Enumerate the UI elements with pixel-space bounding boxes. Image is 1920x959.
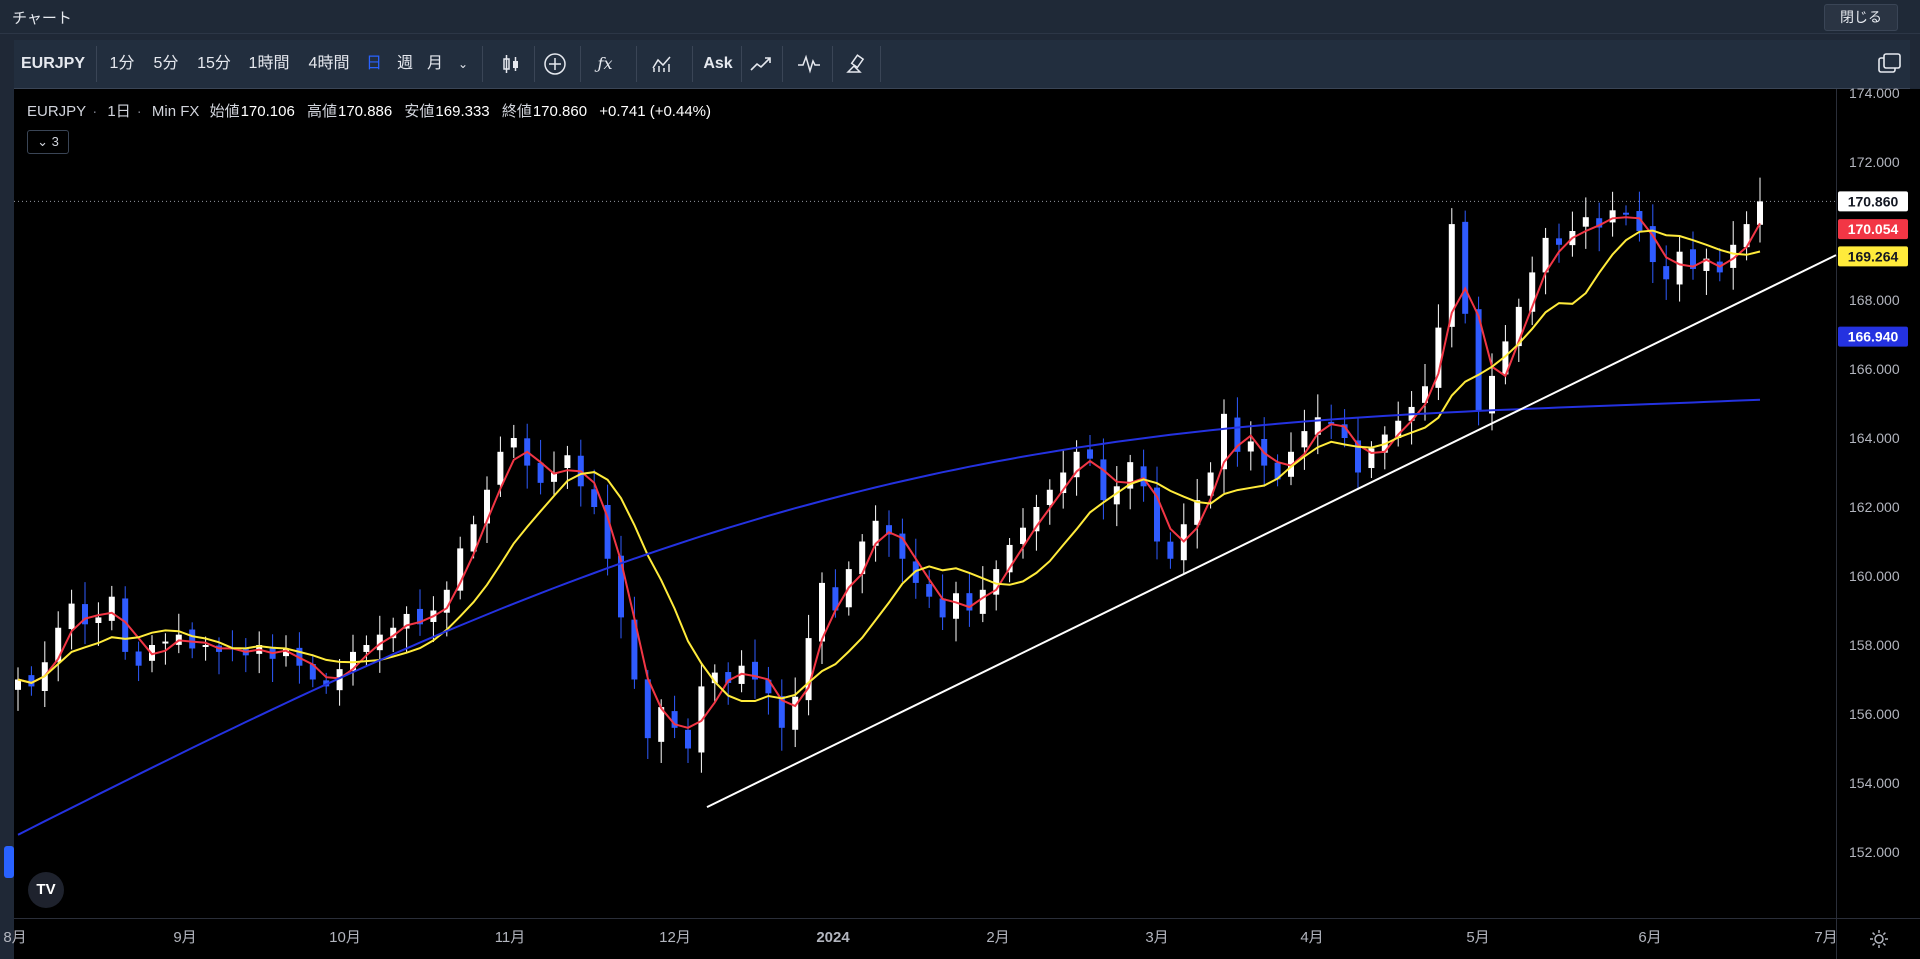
candle-body [202,645,209,647]
candle-body [1247,441,1254,452]
candle-body [1556,238,1562,245]
legend-high-label: 高値 [306,103,337,120]
candle-body [979,589,986,614]
candle-body [1676,251,1683,285]
legend-symbol: EURJPY [27,103,87,120]
price-tick-label: 160.000 [1849,568,1900,584]
candle-body [953,593,959,619]
price-tick-label: 154.000 [1849,775,1900,791]
candle-body [1046,489,1053,506]
time-tick-label: 4月 [1300,929,1323,946]
time-tick-label: 5月 [1466,929,1489,946]
price-tick-label: 174.000 [1849,85,1900,101]
candle-body [1167,541,1174,559]
price-tick-label: 172.000 [1849,154,1900,170]
candle-body [1663,266,1670,280]
chart-legend: EURJPY · 1日 · Min FX 始値170.106 高値170.886 安… [27,103,711,120]
candle-body [685,729,691,749]
candle-body [644,679,651,739]
price-tick-label: 164.000 [1849,430,1900,446]
candle-body [510,438,517,448]
time-tick-label: 3月 [1145,929,1168,946]
time-tick-label: 2月 [986,929,1009,946]
legend-source: Min FX [151,103,200,120]
time-tick-label: 2024 [816,929,850,946]
candle-body [1542,237,1549,273]
candle-body [1489,375,1495,414]
candle-body [68,603,75,630]
time-tick-label: 12月 [659,929,691,946]
candle-body [363,645,370,652]
legend-open-label: 始値 [209,103,240,120]
tradingview-logo: TV [28,872,64,908]
ma-mid-line [17,229,1761,702]
candle-body [591,489,598,507]
candle-body [1757,201,1763,225]
candle-body [1609,210,1616,223]
price-chart: 174.000172.000170.000168.000166.000164.0… [3,85,1908,946]
legend-interval: 1日 [107,103,131,120]
time-tick-label: 6月 [1638,929,1661,946]
legend-open: 170.106 [240,103,295,120]
candle-body [95,617,102,623]
price-tick-label: 158.000 [1849,637,1900,653]
chevron-down-icon: ⌄ [37,134,49,149]
candle-body [135,651,142,666]
legend-close-label: 終値 [501,103,532,120]
time-tick-label: 9月 [173,929,196,946]
candle-body [1623,212,1629,215]
candle-body [162,641,169,644]
price-tick-label: 152.000 [1849,844,1900,860]
indicators-count: 3 [51,134,59,149]
candle-body [564,455,571,469]
candle-body [108,596,115,621]
candle-body [1100,459,1107,501]
indicators-collapse-toggle[interactable]: ⌄ 3 [27,130,69,154]
candle-body [1582,217,1589,227]
candle-body [1140,466,1147,487]
ma-fast-line [17,216,1761,729]
ma-fast-tag: 170.054 [1848,221,1899,237]
candle-body [1301,431,1308,448]
ma-slow-tag: 166.940 [1848,329,1899,345]
candle-body [189,629,196,649]
legend-close: 170.860 [532,103,588,120]
time-tick-label: 7月 [1814,929,1837,946]
current-price-tag: 170.860 [1848,193,1899,209]
price-tick-label: 156.000 [1849,706,1900,722]
price-tick-label: 168.000 [1849,292,1900,308]
legend-low-label: 安値 [404,103,435,120]
candle-body [939,598,946,618]
candle-body [1462,221,1469,314]
legend-high: 170.886 [338,103,393,120]
legend-low: 169.333 [435,103,490,120]
candle-body [537,462,544,483]
candle-body [926,584,933,597]
time-tick-label: 11月 [495,929,526,946]
price-tick-label: 166.000 [1849,361,1900,377]
ma-mid-tag: 169.264 [1848,248,1899,264]
legend-change: +0.741 (+0.44%) [599,103,711,120]
candle-body [1087,449,1093,459]
time-tick-label: 8月 [3,929,26,946]
candle-body [1020,527,1026,544]
ma-slow-line [17,398,1761,836]
candle-body [497,451,504,485]
time-tick-label: 10月 [329,929,361,946]
price-tick-label: 162.000 [1849,499,1900,515]
left-panel-handle[interactable] [4,846,14,878]
